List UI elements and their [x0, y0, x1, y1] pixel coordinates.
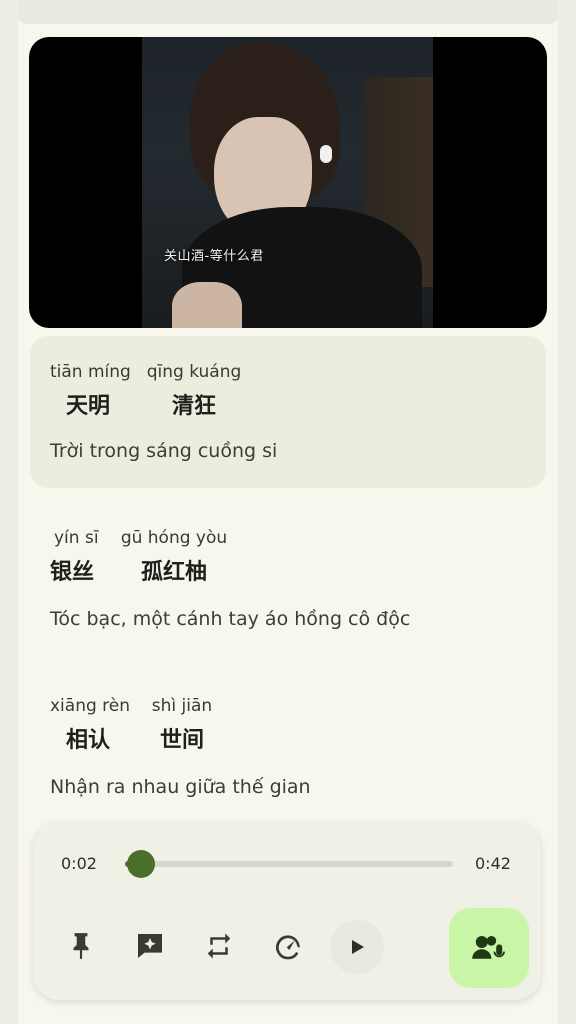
lyric-translation: Nhận ra nhau giữa thế gian: [50, 776, 311, 798]
video-figure-arm: [172, 282, 242, 328]
pinyin: xiāng rèn: [50, 696, 131, 716]
lyric-words: tiān míng 天明 qīng kuáng 清狂: [50, 362, 244, 420]
hanzi: 相认: [66, 728, 111, 753]
lyric-word: tiān míng 天明: [50, 362, 136, 420]
lyric-line[interactable]: xiāng rèn 相认 shì jiān 世间 Nhận ra nhau gi…: [30, 676, 546, 806]
pinyin: gū hóng yòu: [120, 528, 228, 548]
lyric-words: yín sī 银丝 gū hóng yòu 孤红柚: [50, 528, 232, 586]
repeat-button[interactable]: [199, 926, 239, 966]
pin-icon: [73, 933, 89, 959]
pinyin: tiān míng: [50, 362, 131, 382]
voice-record-button[interactable]: [449, 908, 529, 988]
pin-button[interactable]: [61, 926, 101, 966]
lyric-word: qīng kuáng 清狂: [144, 362, 244, 420]
play-button[interactable]: [330, 920, 384, 974]
hanzi: 孤红柚: [140, 560, 207, 585]
pinyin: shì jiān: [151, 696, 213, 716]
video-frame: [142, 37, 433, 328]
top-bar: [18, 0, 558, 24]
video-player[interactable]: 关山酒-等什么君: [29, 37, 547, 328]
lyric-line[interactable]: yín sī 银丝 gū hóng yòu 孤红柚 Tóc bạc, một c…: [30, 508, 546, 638]
pinyin: yín sī: [54, 528, 99, 548]
lyric-translation: Trời trong sáng cuồng si: [50, 440, 278, 462]
voice-record-icon: [472, 936, 505, 959]
audio-player: 0:02 0:42: [33, 822, 541, 1000]
current-time: 0:02: [61, 854, 97, 873]
sparkle-comment-icon: [138, 934, 162, 958]
play-icon: [352, 940, 364, 954]
hanzi: 清狂: [171, 394, 216, 419]
hanzi: 银丝: [50, 560, 95, 585]
repeat-icon: [207, 933, 231, 959]
hanzi: 天明: [66, 394, 111, 419]
hanzi: 世间: [159, 728, 204, 753]
progress-track[interactable]: [125, 861, 453, 867]
speed-icon: [275, 935, 300, 960]
lyric-word: xiāng rèn 相认: [50, 696, 136, 754]
lyric-words: xiāng rèn 相认 shì jiān 世间: [50, 696, 220, 754]
ai-comment-button[interactable]: [130, 926, 170, 966]
video-caption: 关山酒-等什么君: [164, 249, 264, 264]
lyric-line-active[interactable]: tiān míng 天明 qīng kuáng 清狂 Trời trong sá…: [30, 336, 546, 488]
speed-button[interactable]: [268, 926, 308, 966]
lyric-word: yín sī 银丝: [50, 528, 112, 586]
progress-thumb[interactable]: [127, 850, 156, 878]
pinyin: qīng kuáng: [146, 362, 242, 382]
lyric-word: gū hóng yòu 孤红柚: [116, 528, 232, 586]
total-time: 0:42: [475, 854, 511, 873]
lyric-translation: Tóc bạc, một cánh tay áo hồng cô độc: [50, 608, 411, 630]
lyric-word: shì jiān 世间: [144, 696, 220, 754]
video-figure-earbud: [320, 145, 332, 163]
